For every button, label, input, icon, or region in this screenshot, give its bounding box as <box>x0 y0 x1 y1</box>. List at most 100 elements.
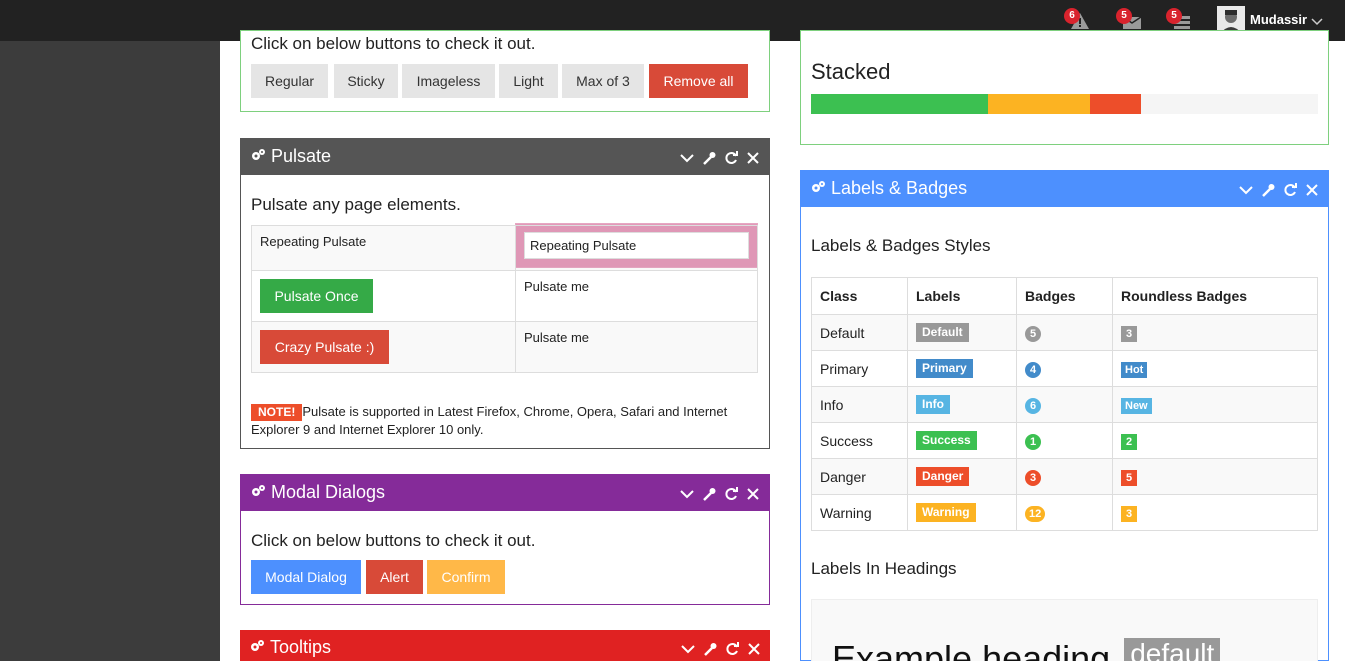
pulsate-me-target: Pulsate me <box>524 279 590 294</box>
table-row: Primary Primary 4 Hot <box>811 350 1318 387</box>
roundless-badge-default: 3 <box>1121 325 1137 342</box>
roundless-badge-cell: 3 <box>1112 314 1318 351</box>
class-cell: Danger <box>811 458 908 495</box>
max-of-3-button[interactable]: Max of 3 <box>562 64 644 98</box>
remove-all-button[interactable]: Remove all <box>649 64 748 98</box>
collapse-icon[interactable] <box>679 486 695 502</box>
class-cell: Info <box>811 386 908 423</box>
label-warning: Warning <box>916 503 976 522</box>
sidebar <box>0 41 220 661</box>
close-icon[interactable] <box>746 641 762 657</box>
labels-badges-title: Labels & Badges <box>831 178 968 198</box>
light-button[interactable]: Light <box>499 64 558 98</box>
chevron-down-icon[interactable] <box>1311 13 1323 31</box>
username[interactable]: Mudassir <box>1250 12 1307 27</box>
badge-cell: 5 <box>1016 314 1113 351</box>
table-cell: Pulsate Once <box>251 270 516 322</box>
class-cell: Default <box>811 314 908 351</box>
table-cell: Pulsate me <box>515 321 758 373</box>
sticky-button[interactable]: Sticky <box>334 64 398 98</box>
label-cell: Default <box>907 314 1017 351</box>
config-wrench-icon[interactable] <box>1260 182 1276 198</box>
pulsate-once-button[interactable]: Pulsate Once <box>260 279 373 313</box>
confirm-button[interactable]: Confirm <box>427 560 505 594</box>
label-cell: Success <box>907 422 1017 459</box>
modal-dialog-button[interactable]: Modal Dialog <box>251 560 361 594</box>
table-row: Danger Danger 3 5 <box>811 458 1318 495</box>
table-row: Success Success 1 2 <box>811 422 1318 459</box>
progress-segment <box>1089 94 1141 114</box>
pulsate-portlet: Pulsate Pulsate any page elements. Repea… <box>240 138 770 449</box>
table-cell: Pulsate me <box>515 270 758 322</box>
cogs-icon <box>251 482 266 503</box>
table-row: Default Default 5 3 <box>811 314 1318 351</box>
roundless-badge-cell: 3 <box>1112 494 1318 531</box>
cogs-icon <box>250 637 265 658</box>
class-cell: Primary <box>811 350 908 387</box>
warning-count-badge: 6 <box>1064 8 1080 24</box>
badge-danger: 3 <box>1025 469 1041 486</box>
badge-cell: 1 <box>1016 422 1113 459</box>
column-header: Roundless Badges <box>1112 277 1318 315</box>
labels-subtitle: Labels & Badges Styles <box>811 236 991 255</box>
badge-warning: 12 <box>1025 505 1046 522</box>
modal-dialogs-title: Modal Dialogs <box>271 482 386 502</box>
tooltips-title: Tooltips <box>270 637 332 657</box>
pulsate-note: NOTE! Pulsate is supported in Latest Fire… <box>251 403 751 439</box>
label-cell: Warning <box>907 494 1017 531</box>
progress-segment <box>811 94 989 114</box>
cogs-icon <box>811 178 826 199</box>
badge-cell: 6 <box>1016 386 1113 423</box>
repeating-pulsate-box[interactable]: Repeating Pulsate <box>524 232 749 259</box>
imageless-button[interactable]: Imageless <box>402 64 495 98</box>
close-icon[interactable] <box>745 486 761 502</box>
close-icon[interactable] <box>1304 182 1320 198</box>
label-cell: Primary <box>907 350 1017 387</box>
config-wrench-icon[interactable] <box>701 486 717 502</box>
reload-icon[interactable] <box>724 641 740 657</box>
badge-primary: 4 <box>1025 361 1041 378</box>
reload-icon[interactable] <box>723 486 739 502</box>
collapse-icon[interactable] <box>1238 182 1254 198</box>
reload-icon[interactable] <box>723 150 739 166</box>
close-icon[interactable] <box>745 150 761 166</box>
crazy-pulsate-button[interactable]: Crazy Pulsate :) <box>260 330 389 364</box>
badge-cell: 12 <box>1016 494 1113 531</box>
example-heading: Example heading default <box>832 638 1221 661</box>
config-wrench-icon[interactable] <box>701 150 717 166</box>
table-row: Crazy Pulsate :) Pulsate me <box>251 321 758 373</box>
heading-example-box: Example heading default <box>811 599 1318 661</box>
collapse-icon[interactable] <box>679 150 695 166</box>
regular-button[interactable]: Regular <box>251 64 328 98</box>
collapse-icon[interactable] <box>680 641 696 657</box>
progress-segment <box>988 94 1090 114</box>
badge-default: 5 <box>1025 325 1041 342</box>
alert-button[interactable]: Alert <box>366 560 423 594</box>
modal-dialogs-header: Modal Dialogs <box>241 475 769 511</box>
class-name: Default <box>820 324 865 341</box>
column-header: Class <box>811 277 908 315</box>
pulsate-portlet-header: Pulsate <box>241 139 769 175</box>
modal-dialogs-portlet: Modal Dialogs Click on below buttons to … <box>240 474 770 605</box>
badge-info: 6 <box>1025 397 1041 414</box>
label-cell: Danger <box>907 458 1017 495</box>
notification-portlet: Click on below buttons to check it out. … <box>240 30 770 112</box>
table-cell: Crazy Pulsate :) <box>251 321 516 373</box>
inbox-count-badge: 5 <box>1116 8 1132 24</box>
class-name: Success <box>820 432 873 449</box>
reload-icon[interactable] <box>1282 182 1298 198</box>
table-row: Info Info 6 New <box>811 386 1318 423</box>
table-row: Pulsate Once Pulsate me <box>251 270 758 322</box>
tasks-count-badge: 5 <box>1166 8 1182 24</box>
progress-portlet: Stacked <box>800 30 1329 145</box>
labels-badges-table: Class Labels Badges Roundless Badges Def… <box>811 277 1318 531</box>
table-row: Repeating Pulsate Repeating Pulsate <box>251 225 758 271</box>
roundless-badge-info: New <box>1121 397 1152 414</box>
roundless-badge-danger: 5 <box>1121 469 1137 486</box>
label-success: Success <box>916 431 977 450</box>
roundless-badge-cell: 5 <box>1112 458 1318 495</box>
tooltips-portlet: Tooltips <box>240 630 770 661</box>
config-wrench-icon[interactable] <box>702 641 718 657</box>
table-cell: Repeating Pulsate <box>251 225 516 271</box>
table-header-row: Class Labels Badges Roundless Badges <box>811 277 1318 315</box>
